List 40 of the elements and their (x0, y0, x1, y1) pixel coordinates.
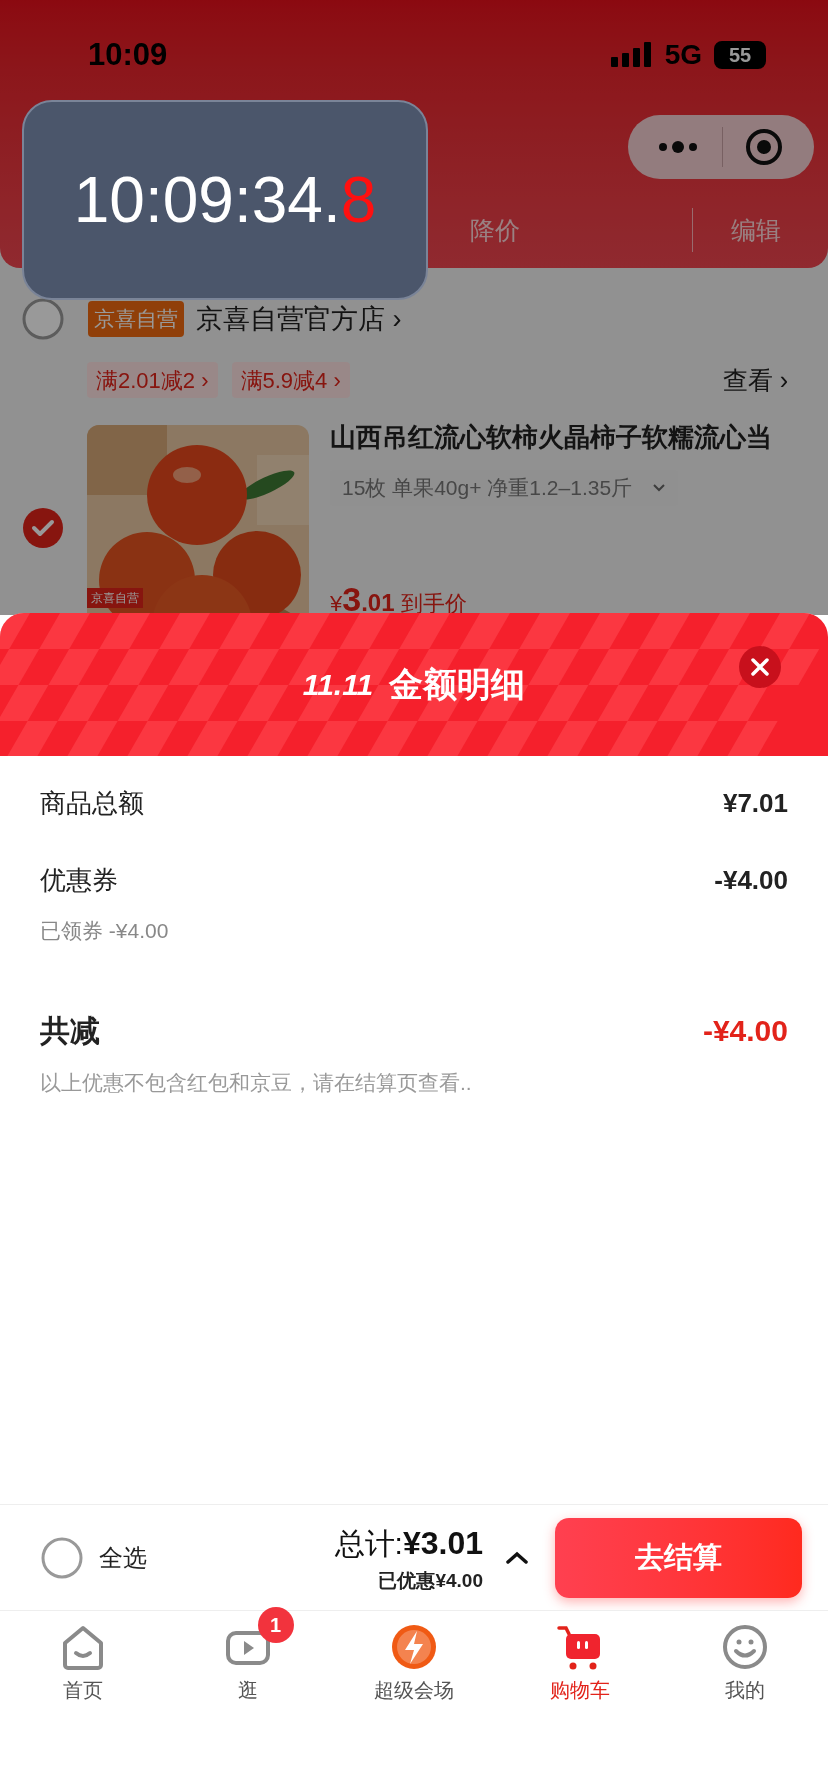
total-price: 总计:¥3.01 (334, 1524, 483, 1564)
tab-item[interactable]: 首页 (0, 1611, 166, 1720)
lightning-badge-icon (390, 1623, 438, 1671)
event-logo: 11.11 (302, 667, 374, 703)
row-value: ¥7.01 (722, 786, 788, 820)
smiley-icon (721, 1623, 770, 1671)
timer-display: 10:09:34.8 (22, 100, 428, 300)
store-badge: 京喜自营 (88, 301, 184, 337)
checkbox[interactable] (22, 298, 64, 340)
checkbox[interactable] (22, 507, 64, 549)
store-link[interactable]: 京喜自营官方店 › (196, 298, 402, 340)
total-value: -¥4.00 (702, 1012, 788, 1049)
product-title[interactable]: 山西吊红流心软柿火晶柿子软糯流心当 (330, 418, 772, 457)
network-label: 5G (664, 38, 702, 72)
view-link[interactable]: 查看 › (722, 362, 788, 400)
battery-icon: 55 (714, 41, 766, 69)
image-badge: 京喜自营 (87, 588, 143, 608)
more-icon[interactable] (658, 141, 698, 153)
select-all-label: 全选 (99, 1542, 147, 1573)
checkout-button[interactable]: 去结算 (555, 1517, 802, 1598)
saved-amount: 已优惠¥4.00 (378, 1569, 483, 1594)
checkbox[interactable] (41, 1536, 83, 1579)
discount-note: 以上优惠不包含红包和京豆，请在结算页查看.. (40, 1070, 472, 1097)
tab-item[interactable]: 购物车 (496, 1611, 663, 1720)
chevron-up-icon[interactable] (505, 1550, 529, 1565)
tab-item[interactable]: 我的 (662, 1611, 828, 1720)
notification-badge: 1 (257, 1607, 294, 1643)
row-value: -¥4.00 (714, 863, 788, 897)
target-icon[interactable] (745, 128, 783, 166)
close-icon[interactable] (738, 645, 782, 689)
chevron-down-icon (652, 483, 667, 493)
status-time: 10:09 (88, 35, 168, 74)
row-label: 优惠券 (40, 863, 118, 897)
tab-item[interactable]: 超级会场 (331, 1611, 497, 1720)
coupon-detail: 已领券 -¥4.00 (40, 918, 169, 945)
row-label: 商品总额 (40, 786, 144, 820)
signal-icon (610, 41, 653, 69)
total-label: 共减 (40, 1012, 100, 1049)
product-price: ¥3.01 到手价 (330, 579, 467, 615)
sheet-title: 金额明细 (389, 664, 526, 705)
